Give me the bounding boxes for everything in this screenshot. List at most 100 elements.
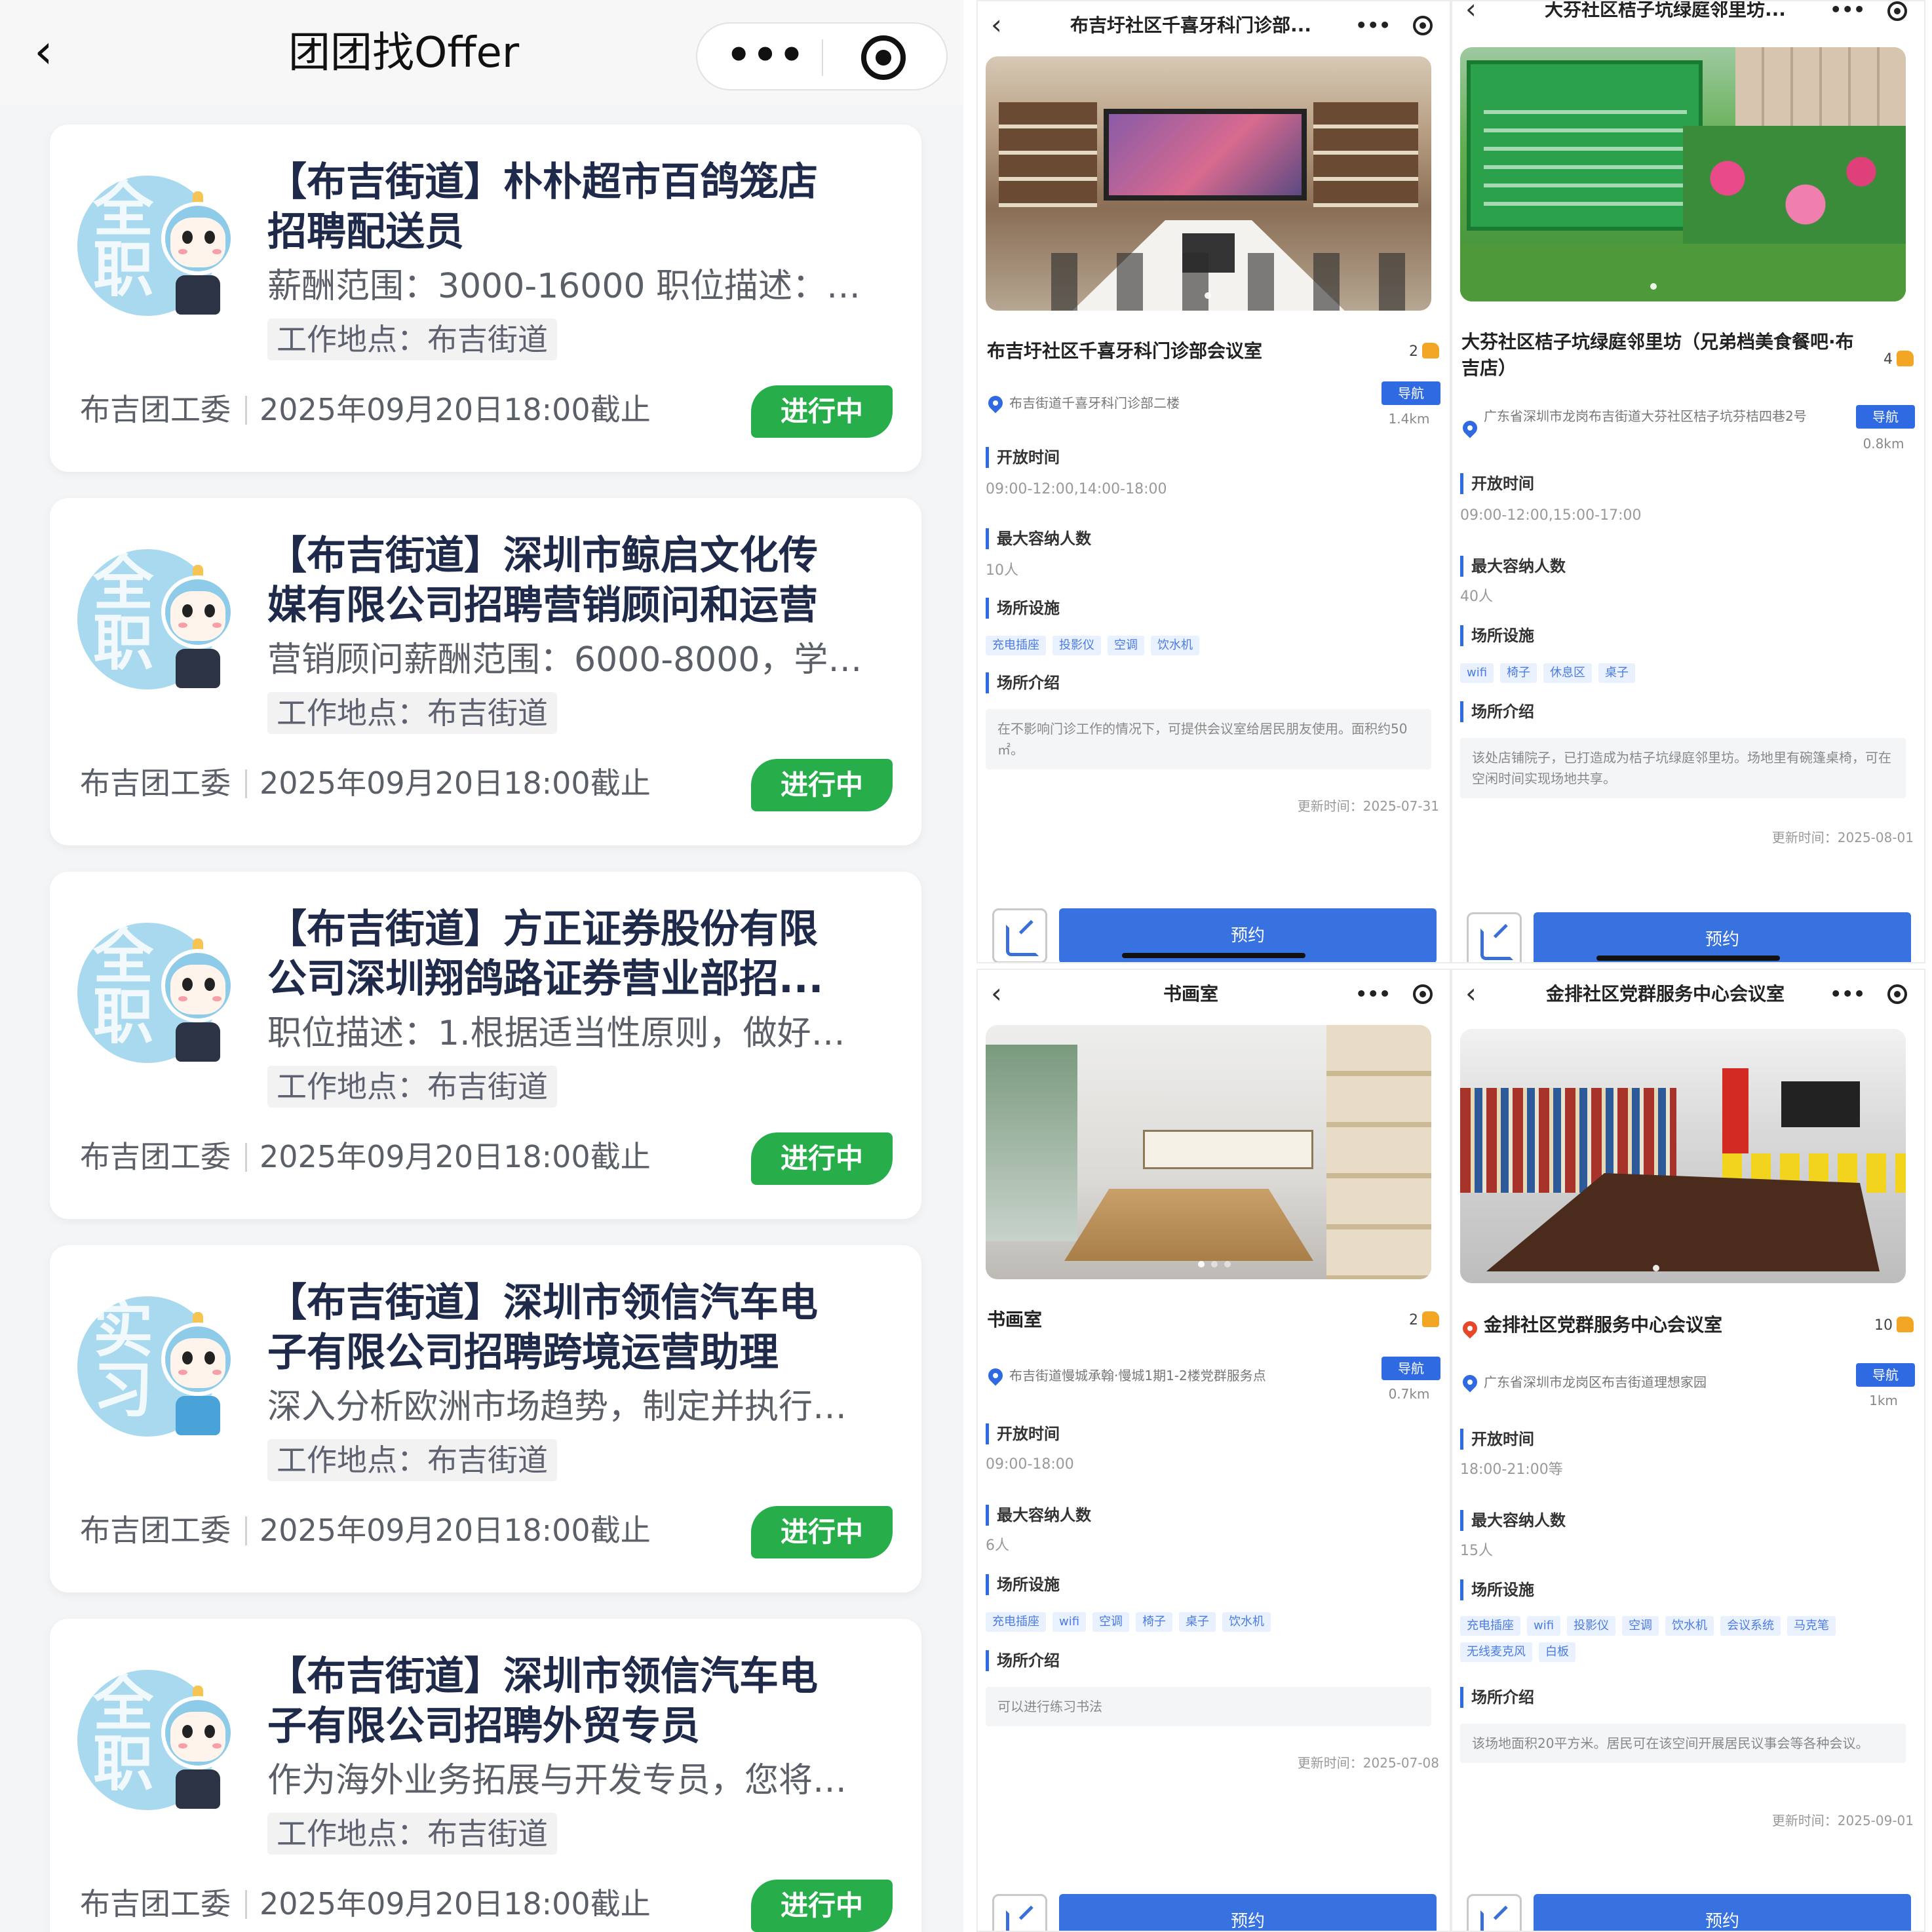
close-target-icon[interactable] (1413, 16, 1433, 35)
mascot-cheek (212, 623, 222, 628)
job-title-line: 【布吉街道】朴朴超市百鸽笼店 (267, 159, 818, 205)
venue-address: 布吉街道慢城承翰·慢城1期1-2楼党群服务点 (1009, 1368, 1266, 1383)
close-target-icon[interactable] (1887, 984, 1907, 1004)
venue-nav-bar: ‹ 金排社区党群服务中心会议室 ••• (1452, 970, 1924, 1016)
capacity-label: 最大容纳人数 (1460, 556, 1566, 577)
capacity-value: 6人 (986, 1537, 1009, 1554)
job-title[interactable]: 【布吉街道】深圳市领信汽车电 子有限公司招聘跨境运营助理 (267, 1278, 897, 1383)
navigate-button[interactable]: 导航 (1856, 1363, 1915, 1387)
job-title-line: 媒有限公司招聘营销顾问和运营 (267, 583, 818, 628)
facility-tag: 空调 (1622, 1616, 1659, 1636)
status-badge: 进行中 (751, 1132, 893, 1185)
venue-nav-title: 大芬社区桔子坑绿庭邻里坊... (1545, 0, 1786, 20)
share-icon[interactable] (1467, 1894, 1522, 1931)
facility-tag: 空调 (1108, 636, 1144, 655)
carousel-dot (1205, 292, 1211, 299)
carousel-dot (1211, 1261, 1218, 1267)
mascot-body (176, 1022, 220, 1062)
job-title[interactable]: 【布吉街道】深圳市领信汽车电 子有限公司招聘外贸专员 (267, 1652, 897, 1756)
venue-panel: ‹ 布吉圩社区千喜牙科门诊部... ••• 布吉圩社区千喜牙科门诊部会议室 2 … (976, 0, 1451, 963)
intro-label: 场所介绍 (986, 1650, 1060, 1671)
venue-nav-title: 金排社区党群服务中心会议室 (1545, 983, 1785, 1005)
job-card[interactable]: 全职 【布吉街道】深圳市鲸启文化传 媒有限公司招聘营销顾问和运营 营销顾问薪酬范… (50, 498, 921, 845)
job-avatar: 全职 (77, 1663, 235, 1818)
job-deadline: 2025年09月20日18:00截止 (260, 1886, 651, 1922)
more-icon[interactable]: ••• (1355, 8, 1391, 43)
job-card[interactable]: 实习 【布吉街道】深圳市领信汽车电 子有限公司招聘跨境运营助理 深入分析欧洲市场… (50, 1245, 921, 1593)
intro-label: 场所介绍 (986, 672, 1060, 693)
mascot-eye (182, 231, 193, 244)
share-icon[interactable] (992, 908, 1047, 962)
venue-photo[interactable] (1460, 1029, 1906, 1283)
thumbs-up-icon (1422, 343, 1439, 358)
venue-distance: 1km (1869, 1393, 1898, 1408)
status-badge: 进行中 (751, 1880, 893, 1932)
hours-value: 09:00-12:00,15:00-17:00 (1460, 507, 1642, 524)
job-title[interactable]: 【布吉街道】朴朴超市百鸽笼店 招聘配送员 (267, 157, 897, 262)
mascot-eye (204, 1351, 215, 1364)
close-target-icon[interactable] (861, 35, 906, 80)
back-icon[interactable]: ‹ (34, 25, 73, 77)
back-icon[interactable]: ‹ (1465, 1, 1477, 29)
venue-photo[interactable] (986, 56, 1431, 311)
facilities-label: 场所设施 (1460, 625, 1534, 646)
job-title[interactable]: 【布吉街道】深圳市鲸启文化传 媒有限公司招聘营销顾问和运营 (267, 531, 897, 636)
like-count[interactable]: 10 (1874, 1316, 1914, 1336)
more-icon[interactable]: ••• (726, 24, 804, 89)
updated-time: 更新时间：2025-07-08 (1297, 1755, 1439, 1771)
venue-photo[interactable] (986, 1025, 1431, 1279)
photo-tv (1781, 1081, 1860, 1127)
job-location: 工作地点：布吉街道 (267, 692, 557, 734)
mascot-eye (204, 1725, 215, 1738)
facility-tag: 充电插座 (986, 1612, 1046, 1632)
capacity-label: 最大容纳人数 (986, 1505, 1091, 1526)
back-icon[interactable]: ‹ (991, 974, 1002, 1013)
photo-chairs (1012, 253, 1405, 311)
capsule-divider (822, 39, 823, 76)
back-icon[interactable]: ‹ (991, 5, 1002, 45)
facility-tag: wifi (1053, 1612, 1087, 1632)
navigate-button[interactable]: 导航 (1381, 381, 1440, 405)
more-icon[interactable]: ••• (1830, 976, 1865, 1012)
like-count[interactable]: 2 (1409, 1311, 1439, 1330)
venue-name: 金排社区党群服务中心会议室 (1484, 1314, 1723, 1336)
close-target-icon[interactable] (1887, 1, 1907, 21)
mascot-cheek (178, 1743, 187, 1748)
divider (245, 1143, 247, 1172)
job-title[interactable]: 【布吉街道】方正证券股份有限 公司深圳翔鸽路证券营业部招... (267, 904, 897, 1009)
navigate-button[interactable]: 导航 (1381, 1357, 1440, 1380)
facility-tags: 充电插座 投影仪 空调 饮水机 (986, 636, 1431, 662)
mascot-cheek (212, 1743, 222, 1748)
like-count[interactable]: 4 (1884, 350, 1914, 370)
capacity-value: 15人 (1460, 1543, 1493, 1559)
share-icon[interactable] (992, 1894, 1047, 1931)
job-title-line: 招聘配送员 (267, 209, 464, 255)
job-card[interactable]: 全职 【布吉街道】朴朴超市百鸽笼店 招聘配送员 薪酬范围：3000-16000 … (50, 125, 921, 472)
job-title-line: 【布吉街道】方正证券股份有限 (267, 906, 818, 952)
more-icon[interactable]: ••• (1355, 976, 1391, 1012)
divider (245, 1517, 247, 1545)
venue-nav-bar: ‹ 大芬社区桔子坑绿庭邻里坊... ••• (1452, 1, 1924, 47)
book-button[interactable]: 预约 (1534, 1894, 1911, 1931)
job-title-line: 【布吉街道】深圳市鲸启文化传 (267, 533, 818, 579)
venue-address: 布吉街道千喜牙科门诊部二楼 (1009, 395, 1180, 411)
job-location: 工作地点：布吉街道 (267, 319, 557, 360)
photo-shelf (1326, 1025, 1431, 1279)
job-card[interactable]: 全职 【布吉街道】深圳市领信汽车电 子有限公司招聘外贸专员 作为海外业务拓展与开… (50, 1619, 921, 1932)
venue-nav-title: 布吉圩社区千喜牙科门诊部... (1070, 14, 1311, 36)
book-button[interactable]: 预约 (1059, 1894, 1437, 1931)
back-icon[interactable]: ‹ (1465, 974, 1477, 1013)
job-organizer: 布吉团工委 (80, 1886, 231, 1922)
status-badge: 进行中 (751, 1506, 893, 1558)
facility-tag: 椅子 (1500, 663, 1537, 683)
share-icon[interactable] (1467, 912, 1522, 962)
like-count[interactable]: 2 (1409, 342, 1439, 362)
mini-program-capsule: ••• (696, 22, 948, 90)
venue-photo[interactable] (1460, 47, 1906, 301)
job-card[interactable]: 全职 【布吉街道】方正证券股份有限 公司深圳翔鸽路证券营业部招... 职位描述：… (50, 872, 921, 1219)
more-icon[interactable]: ••• (1830, 1, 1865, 28)
hours-label: 开放时间 (986, 447, 1060, 468)
job-title-line: 【布吉街道】深圳市领信汽车电 (267, 1280, 818, 1326)
navigate-button[interactable]: 导航 (1856, 405, 1915, 429)
close-target-icon[interactable] (1413, 984, 1433, 1004)
